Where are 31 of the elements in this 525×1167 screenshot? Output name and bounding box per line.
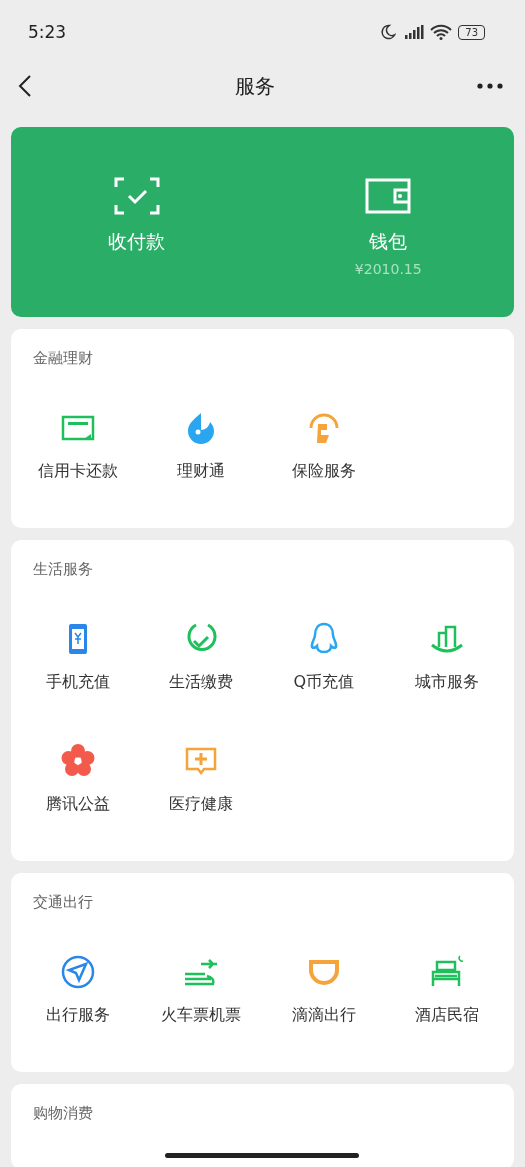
- service-item[interactable]: 医疗健康: [139, 743, 263, 815]
- battery-level: 73: [458, 24, 485, 40]
- service-item[interactable]: 保险服务: [262, 410, 386, 482]
- moon-icon: [380, 24, 397, 40]
- service-item[interactable]: 手机充值: [17, 621, 140, 693]
- service-item[interactable]: Q币充值: [262, 621, 386, 693]
- service-item[interactable]: 出行服务: [17, 954, 140, 1026]
- wallet-icon: [365, 177, 412, 215]
- wifi-icon: [430, 24, 453, 40]
- more-button[interactable]: [475, 81, 505, 91]
- signal-icon: [402, 24, 425, 40]
- wallet-label: 钱包: [369, 229, 408, 254]
- service-item[interactable]: 火车票机票: [139, 954, 263, 1026]
- section-title: 交通出行: [32, 893, 93, 912]
- status-time: 5:23: [28, 22, 67, 42]
- service-item[interactable]: 腾讯公益: [17, 743, 140, 815]
- service-item[interactable]: 酒店民宿: [385, 954, 508, 1026]
- wallet-label: 收付款: [108, 229, 166, 254]
- service-item[interactable]: 滴滴出行: [262, 954, 386, 1026]
- section-title: 生活服务: [32, 560, 93, 579]
- service-item[interactable]: 理财通: [139, 410, 263, 482]
- service-item[interactable]: 生活缴费: [139, 621, 263, 693]
- service-item[interactable]: 信用卡还款: [17, 410, 140, 482]
- page-title: 服务: [234, 72, 275, 100]
- section-title: 金融理财: [32, 349, 93, 368]
- compass-icon: [60, 954, 97, 990]
- service-item[interactable]: 城市服务: [385, 621, 508, 693]
- section-title: 购物消费: [32, 1104, 93, 1123]
- scan-icon: [113, 177, 160, 215]
- wallet-balance: ¥2010.15: [354, 261, 422, 277]
- flower-icon: [60, 743, 97, 779]
